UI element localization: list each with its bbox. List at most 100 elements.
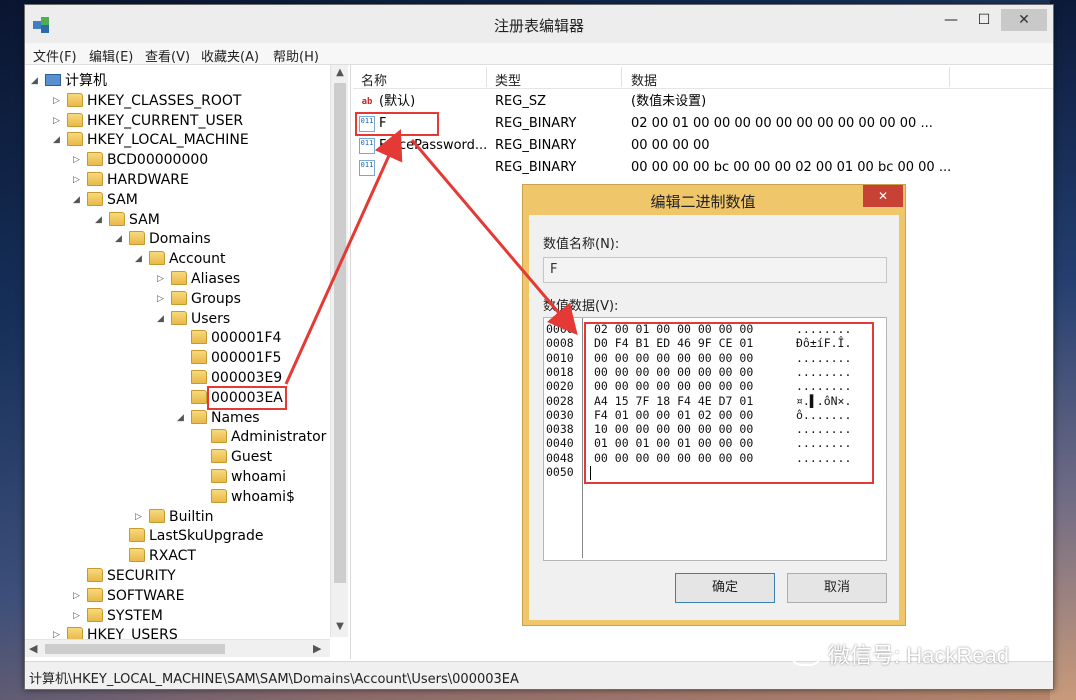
expand-toggle-icon[interactable]: ▷ (157, 269, 169, 289)
value-row[interactable]: ab (默认) REG_SZ (数值未设置) (353, 91, 1053, 113)
value-name-field[interactable]: F (543, 257, 887, 283)
tree-node-label: Guest (231, 449, 273, 466)
column-divider[interactable] (621, 67, 622, 87)
tree-node[interactable]: ▷ Aliases (157, 269, 240, 289)
scroll-thumb[interactable] (334, 83, 346, 583)
tree-node[interactable]: RXACT (115, 546, 196, 566)
expand-toggle-icon[interactable]: ◢ (177, 408, 189, 428)
tree-node[interactable]: ◢ SAM (95, 210, 160, 230)
expand-toggle-icon[interactable]: ◢ (73, 190, 85, 210)
dialog-close-button[interactable]: ✕ (863, 185, 903, 207)
menu-view[interactable]: 查看(V) (145, 46, 190, 65)
tree-node[interactable]: ◢ Domains (115, 229, 211, 249)
column-header-data[interactable]: 数据 (631, 70, 657, 89)
value-data: 00 00 00 00 bc 00 00 00 02 00 01 00 bc 0… (631, 160, 952, 175)
scroll-up-arrow-icon[interactable]: ▲ (331, 67, 349, 78)
tree-node[interactable]: ▷ Builtin (135, 507, 214, 527)
tree-node[interactable]: Administrator (197, 427, 326, 447)
tree-node[interactable]: whoami (197, 467, 286, 487)
hex-offset: 0048 (546, 450, 574, 465)
value-name-label: 数值名称(N): (543, 237, 620, 252)
tree-node[interactable]: ▷ HKEY_CLASSES_ROOT (53, 91, 241, 111)
scroll-left-arrow-icon[interactable]: ◀ (29, 642, 37, 655)
scroll-down-arrow-icon[interactable]: ▼ (331, 621, 349, 632)
expand-toggle-icon[interactable]: ▷ (73, 150, 85, 170)
cancel-button[interactable]: 取消 (787, 573, 887, 603)
expand-toggle-icon[interactable]: ◢ (157, 309, 169, 329)
tree-node[interactable]: ◢ Users (157, 309, 230, 329)
tree-node[interactable]: whoami$ (197, 487, 295, 507)
close-button[interactable]: ✕ (1001, 9, 1047, 31)
tree-node-label: Domains (149, 231, 211, 248)
expand-toggle-icon[interactable]: ▷ (157, 289, 169, 309)
expand-toggle-icon[interactable]: ◢ (53, 130, 65, 150)
tree-node[interactable]: ◢ 计算机 (31, 71, 107, 91)
tree-node[interactable]: ◢ Names (177, 408, 260, 428)
tree-node-label: 000003EA (207, 385, 287, 410)
expand-toggle-icon[interactable]: ▷ (73, 586, 85, 606)
hex-editor[interactable]: 0000 02 00 01 00 00 00 00 00........ 0008 D… (543, 317, 887, 561)
hscroll-thumb[interactable] (45, 644, 225, 654)
tree-node[interactable]: 000001F4 (177, 328, 281, 348)
folder-icon (67, 92, 83, 107)
menu-help[interactable]: 帮助(H) (273, 46, 319, 65)
column-header-type[interactable]: 类型 (495, 70, 521, 89)
value-name: (默认) (379, 94, 416, 109)
column-divider[interactable] (486, 67, 487, 87)
tree-node[interactable]: ◢ HKEY_LOCAL_MACHINE (53, 130, 249, 150)
value-row[interactable]: 011 ForcePassword... REG_BINARY 00 00 00 00 (353, 135, 1053, 157)
tree-node[interactable]: ▷ HARDWARE (73, 170, 189, 190)
edit-binary-value-dialog: 编辑二进制数值 ✕ 数值名称(N): F 数值数据(V): 0000 02 00 … (522, 184, 906, 626)
ok-button[interactable]: 确定 (675, 573, 775, 603)
tree-node[interactable]: Guest (197, 447, 272, 467)
menu-favorites[interactable]: 收藏夹(A) (201, 46, 259, 65)
key-tree-pane[interactable]: ◢ 计算机 ▷ HKEY_CLASSES_ROOT ▷ HKEY_CURRENT_USER… (25, 65, 351, 659)
expand-toggle-icon[interactable]: ▷ (73, 170, 85, 190)
expand-toggle-icon[interactable]: ▷ (53, 111, 65, 131)
expand-toggle-icon[interactable]: ◢ (31, 71, 43, 91)
offset-column-divider (582, 318, 583, 558)
folder-icon (211, 488, 227, 503)
tree-node[interactable]: ▷ BCD00000000 (73, 150, 208, 170)
scroll-right-arrow-icon[interactable]: ▶ (313, 642, 321, 655)
tree-node[interactable]: ▷ SOFTWARE (73, 586, 185, 606)
maximize-button[interactable]: ☐ (969, 9, 999, 31)
column-divider[interactable] (949, 67, 950, 87)
folder-icon (67, 112, 83, 127)
expand-toggle-icon[interactable]: ▷ (73, 606, 85, 626)
folder-icon (109, 211, 125, 226)
tree-horizontal-scrollbar[interactable]: ◀ ▶ (25, 639, 330, 657)
tree-node-label: Aliases (191, 271, 241, 287)
tree-node[interactable]: ▷ Groups (157, 289, 241, 309)
expand-toggle-icon[interactable]: ▷ (135, 507, 147, 527)
tree-node[interactable]: ◢ Account (135, 249, 226, 269)
computer-icon (45, 74, 61, 86)
tree-node[interactable]: SECURITY (73, 566, 176, 586)
tree-node-label: 000001F5 (211, 350, 282, 367)
status-path: 计算机\HKEY_LOCAL_MACHINE\SAM\SAM\Domains\A… (29, 672, 519, 687)
tree-node[interactable]: ▷ HKEY_CURRENT_USER (53, 111, 243, 131)
tree-node[interactable]: 000001F5 (177, 348, 281, 368)
tree-node[interactable]: ▷ SYSTEM (73, 606, 163, 626)
value-row[interactable]: 011 F REG_BINARY 02 00 01 00 00 00 00 00 00… (353, 113, 1053, 135)
tree-vertical-scrollbar[interactable]: ▲ ▼ (330, 65, 348, 637)
tree-node[interactable]: 000003EA (177, 385, 287, 410)
tree-node[interactable]: LastSkuUpgrade (115, 526, 263, 546)
folder-icon (191, 350, 207, 365)
tree-node[interactable]: 000003E9 (177, 368, 282, 388)
expand-toggle-icon[interactable]: ◢ (115, 229, 127, 249)
tree-node-label: whoami (231, 469, 286, 485)
minimize-button[interactable]: — (935, 9, 967, 31)
string-value-icon: ab (361, 97, 373, 107)
tree-node-label: SOFTWARE (107, 587, 185, 604)
tree-node[interactable]: ◢ SAM (73, 190, 138, 210)
expand-toggle-icon[interactable]: ◢ (95, 210, 107, 230)
folder-icon (171, 290, 187, 305)
value-row[interactable]: 011 REG_BINARY 00 00 00 00 bc 00 00 00 02 … (353, 157, 1053, 179)
expand-toggle-icon[interactable]: ◢ (135, 249, 147, 269)
tree-node-label: BCD00000000 (107, 152, 209, 169)
menu-file[interactable]: 文件(F) (33, 46, 77, 65)
expand-toggle-icon[interactable]: ▷ (53, 91, 65, 111)
column-header-name[interactable]: 名称 (361, 70, 387, 89)
menu-edit[interactable]: 编辑(E) (89, 46, 133, 65)
